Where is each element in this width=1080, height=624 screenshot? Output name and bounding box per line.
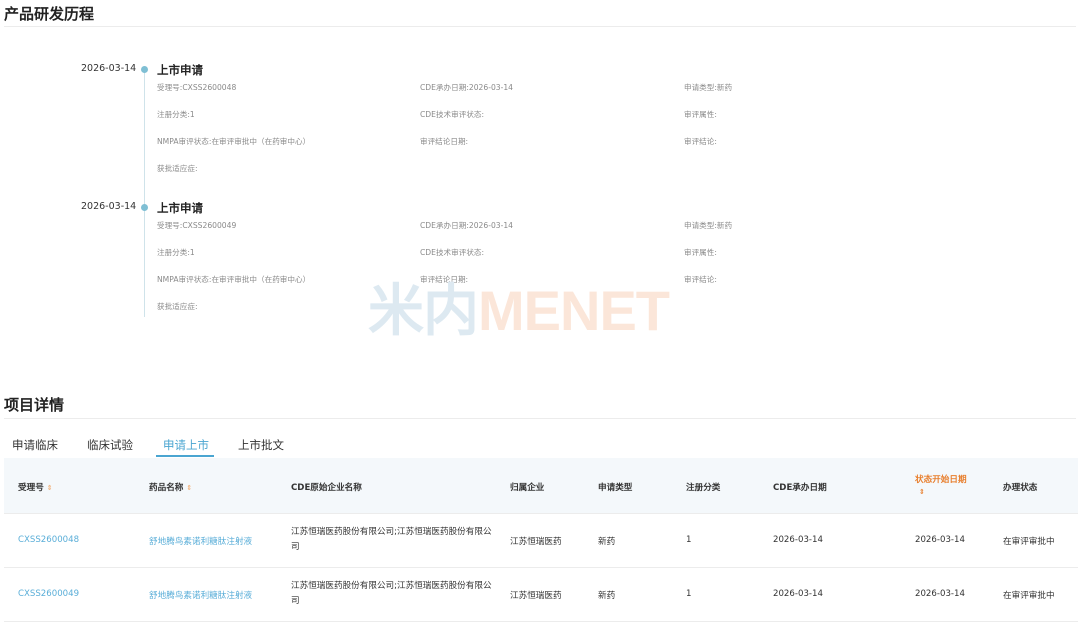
sort-icon[interactable]: ⇕ <box>186 484 192 492</box>
tab-apply-market[interactable]: 申请上市 <box>163 437 209 453</box>
review-attr-field: 审评属性: <box>684 110 717 119</box>
app-type-cell: 新药 <box>598 537 616 547</box>
sort-icon[interactable]: ⇕ <box>47 484 53 492</box>
col-label: 受理号 <box>18 483 44 493</box>
reg-class-cell: 1 <box>686 535 692 545</box>
cde-company-cell: 江苏恒瑞医药股份有限公司;江苏恒瑞医药股份有限公司 <box>291 581 492 606</box>
status-start-cell: 2026-03-14 <box>915 535 965 545</box>
col-cde-date: CDE承办日期 <box>773 483 827 493</box>
cde-company-cell: 江苏恒瑞医药股份有限公司;江苏恒瑞医药股份有限公司 <box>291 527 492 552</box>
reg-class-field: 注册分类:1 <box>157 248 195 257</box>
watermark-en: MENET <box>478 279 670 342</box>
col-label: 状态开始日期 <box>915 475 967 485</box>
nmpa-status-field: NMPA审评状态:在审评审批中（在药审中心） <box>157 275 311 284</box>
drug-name-link[interactable]: 舒地腾鸟素诺利糖肽注射液 <box>149 535 252 547</box>
col-status-start[interactable]: 状态开始日期 ⇕ <box>915 473 967 496</box>
col-reg-class: 注册分类 <box>686 483 721 493</box>
menet-watermark: 米内MENET <box>368 279 670 342</box>
timeline-date: 2026-03-14 <box>81 63 137 74</box>
col-drug-name[interactable]: 药品名称 ⇕ <box>149 481 192 493</box>
acceptance-no-field: 受理号:CXSS2600049 <box>157 221 237 230</box>
dev-history-title: 产品研发历程 <box>4 5 95 23</box>
status-cell: 在审评审批中 <box>1003 591 1055 601</box>
tab-clinical-trial[interactable]: 临床试验 <box>87 437 133 453</box>
acceptance-no-field: 受理号:CXSS2600048 <box>157 83 237 92</box>
app-type-field: 申请类型:新药 <box>684 83 733 92</box>
timeline-line <box>144 70 145 317</box>
col-owner: 归属企业 <box>510 483 545 493</box>
project-detail-divider <box>4 418 1076 419</box>
col-app-type: 申请类型 <box>598 483 633 493</box>
timeline-entry-title: 上市申请 <box>157 201 203 215</box>
cde-tech-status-field: CDE技术审评状态: <box>420 248 485 257</box>
cde-date-field: CDE承办日期:2026-03-14 <box>420 221 514 230</box>
cde-date-cell: 2026-03-14 <box>773 589 823 599</box>
app-type-field: 申请类型:新药 <box>684 221 733 230</box>
reg-class-field: 注册分类:1 <box>157 110 195 119</box>
review-conclusion-field: 审评结论: <box>684 275 717 284</box>
review-end-date-field: 审评结论日期: <box>420 137 469 146</box>
row-divider <box>4 621 1078 622</box>
project-detail-title: 项目详情 <box>4 396 65 414</box>
cde-date-cell: 2026-03-14 <box>773 535 823 545</box>
review-attr-field: 审评属性: <box>684 248 717 257</box>
owner-cell: 江苏恒瑞医药 <box>510 591 562 601</box>
acceptance-no-link[interactable]: CXSS2600048 <box>18 535 79 545</box>
status-cell: 在审评审批中 <box>1003 537 1055 547</box>
cde-tech-status-field: CDE技术审评状态: <box>420 110 485 119</box>
indication-field: 获批适应症: <box>157 164 198 173</box>
col-label: 药品名称 <box>149 483 184 493</box>
dev-history-divider <box>4 26 1076 27</box>
drug-name-link[interactable]: 舒地腾鸟素诺利糖肽注射液 <box>149 589 252 601</box>
timeline-entry-title: 上市申请 <box>157 63 203 77</box>
timeline-date: 2026-03-14 <box>81 201 137 212</box>
col-cde-company: CDE原始企业名称 <box>291 483 362 493</box>
timeline-dot <box>141 66 148 73</box>
app-type-cell: 新药 <box>598 591 616 601</box>
reg-class-cell: 1 <box>686 589 692 599</box>
col-status: 办理状态 <box>1003 483 1038 493</box>
row-divider <box>4 513 1078 514</box>
nmpa-status-field: NMPA审评状态:在审评审批中（在药审中心） <box>157 137 311 146</box>
acceptance-no-link[interactable]: CXSS2600049 <box>18 589 79 599</box>
cde-date-field: CDE承办日期:2026-03-14 <box>420 83 514 92</box>
active-tab-indicator <box>156 455 214 457</box>
watermark-cn: 米内 <box>368 279 479 342</box>
sort-desc-icon[interactable]: ⇕ <box>919 488 925 496</box>
indication-field: 获批适应症: <box>157 302 198 311</box>
review-conclusion-field: 审评结论: <box>684 137 717 146</box>
status-start-cell: 2026-03-14 <box>915 589 965 599</box>
tab-market-approval[interactable]: 上市批文 <box>238 437 284 453</box>
tab-apply-clinical[interactable]: 申请临床 <box>12 437 58 453</box>
col-acceptance-no[interactable]: 受理号 ⇕ <box>18 481 53 493</box>
row-divider <box>4 567 1078 568</box>
owner-cell: 江苏恒瑞医药 <box>510 537 562 547</box>
timeline-dot <box>141 204 148 211</box>
